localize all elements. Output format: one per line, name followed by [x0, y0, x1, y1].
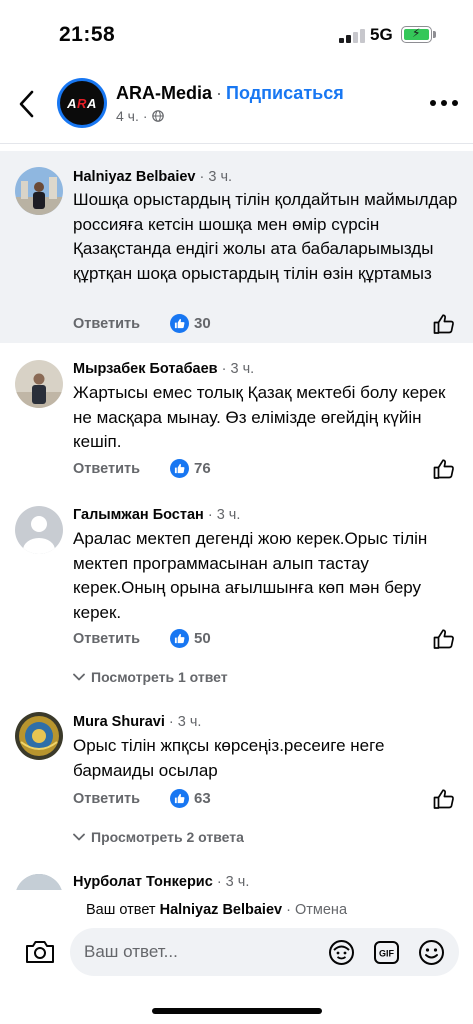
- more-options-button[interactable]: [430, 98, 458, 108]
- comment-text: Орыс тілін жпқсы көрсеңіз.ресеиге неге б…: [73, 736, 385, 780]
- comment: Галымжан Бостан · 3 ч. Аралас мектеп дег…: [0, 489, 473, 699]
- like-badge-icon: [170, 314, 189, 333]
- thumbs-up-icon: [433, 629, 454, 649]
- title-separator: ·: [216, 83, 223, 103]
- comment-author[interactable]: Нурболат Тонкерис: [73, 874, 213, 890]
- subscribe-button[interactable]: Подписаться: [226, 83, 344, 103]
- thumbs-up-icon: [433, 314, 454, 334]
- like-badge-icon: [170, 459, 189, 478]
- chevron-down-icon: [73, 673, 85, 681]
- comment-time: · 3 ч.: [221, 361, 255, 377]
- reaction-count[interactable]: 30: [170, 314, 211, 333]
- like-button[interactable]: [432, 312, 456, 336]
- like-button[interactable]: [432, 787, 456, 811]
- reply-button[interactable]: Ответить: [73, 791, 140, 807]
- comment-header: Мырзабек Ботабаев · 3 ч.: [73, 361, 254, 377]
- like-count: 30: [194, 315, 211, 332]
- reaction-count[interactable]: 50: [170, 629, 211, 648]
- comment-time: · 3 ч.: [199, 169, 233, 185]
- like-button[interactable]: [432, 627, 456, 651]
- page-title-row: ARA-Media · Подписаться: [116, 83, 344, 104]
- gif-button[interactable]: GIF: [373, 939, 400, 966]
- reaction-count[interactable]: 76: [170, 459, 211, 478]
- comment-text: Аралас мектеп дегенді жою керек.Орыс тіл…: [73, 529, 428, 622]
- like-count: 76: [194, 460, 211, 477]
- comment: Нурболат Тонкерис · 3 ч.: [0, 864, 473, 890]
- comment-header: Mura Shuravi · 3 ч.: [73, 714, 201, 730]
- post-time: 4 ч.: [116, 108, 139, 124]
- battery-icon: ⚡: [401, 26, 432, 43]
- comment-input-box[interactable]: GIF: [70, 928, 459, 976]
- view-replies-button[interactable]: Посмотреть 1 ответ: [73, 669, 228, 685]
- comment-text: Шошқа орыстардың тілін қолдайтын маймылд…: [73, 190, 458, 283]
- gif-label: GIF: [379, 949, 395, 959]
- comment-author[interactable]: Мырзабек Ботабаев: [73, 361, 218, 377]
- comment-header: Нурболат Тонкерис · 3 ч.: [73, 874, 249, 890]
- comment: Мырзабек Ботабаев · 3 ч. Жартысы емес то…: [0, 343, 473, 489]
- page-name[interactable]: ARA-Media: [116, 83, 212, 103]
- like-badge-icon: [170, 629, 189, 648]
- globe-icon: [151, 110, 164, 122]
- comment-header: Галымжан Бостан · 3 ч.: [73, 507, 240, 523]
- like-count: 63: [194, 790, 211, 807]
- gif-icon: GIF: [374, 941, 399, 964]
- reply-to-name: Halniyaz Belbaiev: [159, 902, 283, 918]
- like-badge-icon: [170, 789, 189, 808]
- comment-time: · 3 ч.: [216, 874, 250, 890]
- reply-prefix: Ваш ответ: [86, 902, 156, 918]
- back-button[interactable]: [16, 88, 40, 120]
- post-meta: 4 ч. ·: [116, 108, 164, 124]
- comment-author[interactable]: Mura Shuravi: [73, 714, 165, 730]
- avatar[interactable]: [15, 360, 63, 408]
- cancel-reply-button[interactable]: · Отмена: [286, 902, 347, 918]
- comment-author[interactable]: Галымжан Бостан: [73, 507, 204, 523]
- network-type: 5G: [370, 25, 393, 44]
- battery-tip: [433, 31, 436, 38]
- status-bar: 21:58 5G ⚡: [0, 0, 473, 68]
- camera-button[interactable]: [24, 938, 56, 966]
- avatar[interactable]: [15, 712, 63, 760]
- like-count: 50: [194, 630, 211, 647]
- thumbs-up-icon: [433, 459, 454, 479]
- more-icon: [430, 100, 436, 106]
- camera-icon: [26, 941, 54, 963]
- page-avatar[interactable]: ARA: [57, 78, 107, 128]
- comment-time: · 3 ч.: [207, 507, 241, 523]
- status-time: 21:58: [59, 23, 116, 46]
- home-indicator: [152, 1008, 322, 1014]
- comment-header: Halniyaz Belbaiev · 3 ч.: [73, 169, 232, 185]
- view-replies-label: Просмотреть 2 ответа: [91, 829, 244, 845]
- reaction-count[interactable]: 63: [170, 789, 211, 808]
- like-button[interactable]: [432, 457, 456, 481]
- comment-text: Жартысы емес толық Қазақ мектебі болу ке…: [73, 383, 446, 451]
- thumbs-up-icon: [433, 789, 454, 809]
- chevron-down-icon: [73, 833, 85, 841]
- view-replies-button[interactable]: Просмотреть 2 ответа: [73, 829, 244, 845]
- avatar[interactable]: [15, 167, 63, 215]
- comment-time: · 3 ч.: [168, 714, 202, 730]
- avatar[interactable]: [15, 874, 63, 890]
- meta-separator: ·: [142, 108, 148, 124]
- cellular-signal-icon: [339, 27, 365, 43]
- reply-composer: Ваш ответ Halniyaz Belbaiev · Отмена GIF: [0, 890, 473, 1024]
- emoji-icon[interactable]: [418, 939, 445, 966]
- reply-button[interactable]: Ответить: [73, 461, 140, 477]
- post-header: ARA ARA-Media · Подписаться 4 ч. ·: [0, 68, 473, 144]
- reply-to-banner: Ваш ответ Halniyaz Belbaiev · Отмена: [86, 902, 347, 918]
- comment-input[interactable]: [84, 928, 314, 976]
- comment: Mura Shuravi · 3 ч. Орыс тілін жпқсы көр…: [0, 699, 473, 864]
- page-logo: ARA: [67, 95, 97, 111]
- comment-author[interactable]: Halniyaz Belbaiev: [73, 169, 196, 185]
- avatar[interactable]: [15, 506, 63, 554]
- comment: Halniyaz Belbaiev · 3 ч. Шошқа орыстарды…: [0, 151, 473, 343]
- view-replies-label: Посмотреть 1 ответ: [91, 669, 228, 685]
- reply-button[interactable]: Ответить: [73, 316, 140, 332]
- reply-button[interactable]: Ответить: [73, 631, 140, 647]
- back-chevron-icon: [19, 90, 34, 118]
- avatar-sticker-icon[interactable]: [328, 939, 355, 966]
